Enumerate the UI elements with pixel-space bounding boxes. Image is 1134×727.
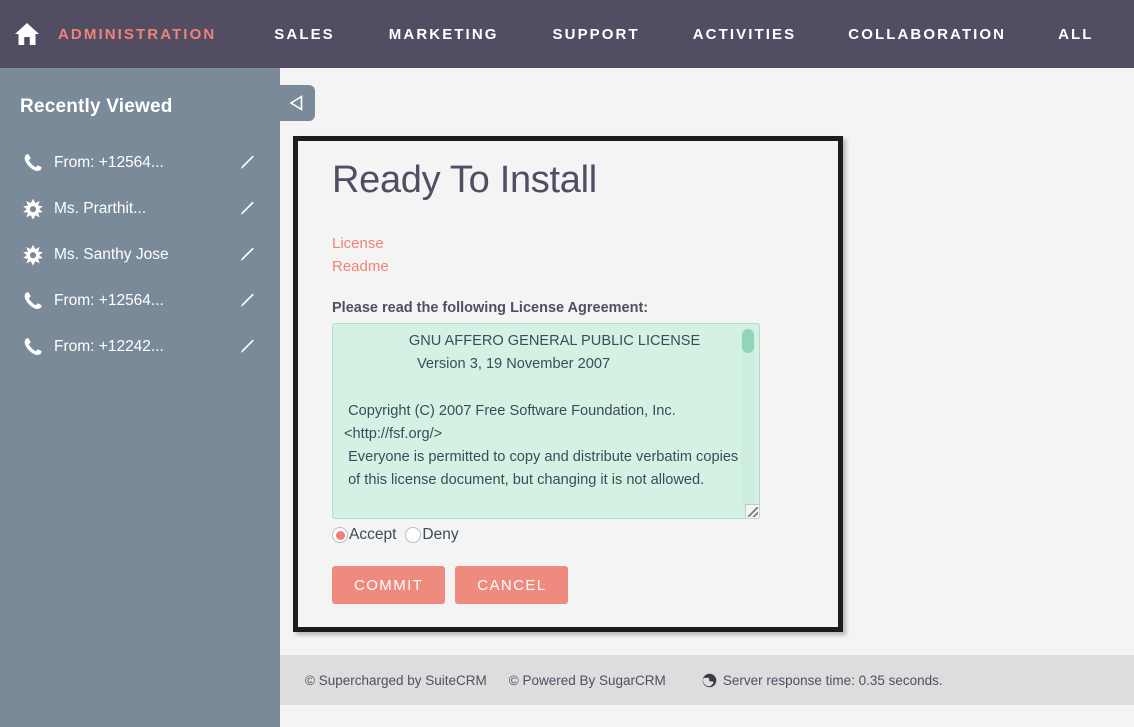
- nav-item-administration[interactable]: Administration: [58, 26, 216, 43]
- radio-accept-label: Accept: [349, 526, 397, 543]
- license-agreement-text: GNU AFFERO GENERAL PUBLIC LICENSE Versio…: [344, 333, 739, 489]
- radio-accept-indicator[interactable]: [332, 527, 348, 543]
- license-agreement-textarea[interactable]: GNU AFFERO GENERAL PUBLIC LICENSE Versio…: [332, 323, 760, 519]
- list-item-label: From: +12564...: [54, 292, 164, 309]
- pencil-icon[interactable]: [236, 153, 256, 173]
- page-title: Ready To Install: [332, 159, 597, 201]
- list-item[interactable]: Ms. Prarthit...: [0, 186, 280, 232]
- sidebar: Recently Viewed From: +12564... Ms. Prar…: [0, 68, 280, 727]
- footer-suitecrm-credit: © Supercharged by SuiteCRM: [305, 672, 487, 688]
- radio-deny-label: Deny: [422, 526, 459, 543]
- license-link[interactable]: License: [332, 232, 838, 255]
- pencil-icon[interactable]: [236, 245, 256, 265]
- cancel-button[interactable]: Cancel: [455, 566, 569, 604]
- list-item-label: Ms. Santhy Jose: [54, 246, 169, 263]
- recently-viewed-list: From: +12564... Ms. Prarthit... Ms. Sant…: [0, 140, 280, 370]
- list-item[interactable]: From: +12564...: [0, 140, 280, 186]
- license-prompt-label: Please read the following License Agreem…: [332, 300, 649, 316]
- top-navigation-bar: Administration Sales Marketing Support A…: [0, 0, 1134, 68]
- commit-button[interactable]: Commit: [332, 566, 446, 604]
- list-item-label: From: +12564...: [54, 154, 164, 171]
- server-response-time: Server response time: 0.35 seconds.: [722, 672, 943, 688]
- nav-item-sales[interactable]: Sales: [274, 26, 335, 43]
- readme-link[interactable]: Readme: [332, 255, 838, 278]
- server-response-group: Server response time: 0.35 seconds.: [702, 673, 943, 688]
- footer-bar: © Supercharged by SuiteCRM © Powered By …: [280, 655, 1134, 705]
- license-choice-group: Accept Deny: [298, 519, 838, 544]
- nav-item-activities[interactable]: Activities: [693, 26, 797, 43]
- license-scrollbar-track[interactable]: [741, 328, 755, 508]
- phone-icon: [20, 288, 46, 314]
- license-scrollbar-thumb[interactable]: [742, 329, 754, 353]
- dialog-links: License Readme: [298, 202, 838, 278]
- footer-sugarcrm-credit: © Powered By SugarCRM: [508, 672, 666, 688]
- radio-deny[interactable]: Deny: [405, 526, 459, 544]
- list-item-label: Ms. Prarthit...: [54, 200, 147, 217]
- nav-item-all[interactable]: All: [1058, 26, 1093, 43]
- list-item[interactable]: From: +12564...: [0, 278, 280, 324]
- radio-deny-indicator[interactable]: [405, 527, 422, 543]
- list-item[interactable]: Ms. Santhy Jose: [0, 232, 280, 278]
- phone-icon: [20, 334, 46, 360]
- triangle-left-icon: [288, 95, 302, 111]
- phone-icon: [20, 150, 46, 176]
- main-content-area: Ready To Install License Readme Please r…: [280, 68, 1134, 727]
- globe-icon: [702, 673, 717, 688]
- list-item[interactable]: From: +12242...: [0, 324, 280, 370]
- dialog-action-buttons: Commit Cancel: [298, 544, 838, 604]
- textarea-resize-grip[interactable]: [745, 504, 759, 518]
- sidebar-title: Recently Viewed: [20, 96, 173, 117]
- nav-item-marketing[interactable]: Marketing: [389, 26, 499, 43]
- pencil-icon[interactable]: [236, 337, 256, 357]
- home-icon[interactable]: [10, 17, 44, 51]
- nav-item-collaboration[interactable]: Collaboration: [848, 26, 1006, 43]
- list-item-label: From: +12242...: [54, 338, 164, 355]
- sidebar-collapse-button[interactable]: [277, 85, 315, 121]
- radio-accept[interactable]: Accept: [332, 526, 396, 544]
- star-burst-icon: [20, 196, 46, 222]
- pencil-icon[interactable]: [236, 199, 256, 219]
- star-burst-icon: [20, 242, 46, 268]
- ready-to-install-dialog: Ready To Install License Readme Please r…: [293, 136, 843, 632]
- pencil-icon[interactable]: [236, 291, 256, 311]
- nav-item-support[interactable]: Support: [553, 26, 640, 43]
